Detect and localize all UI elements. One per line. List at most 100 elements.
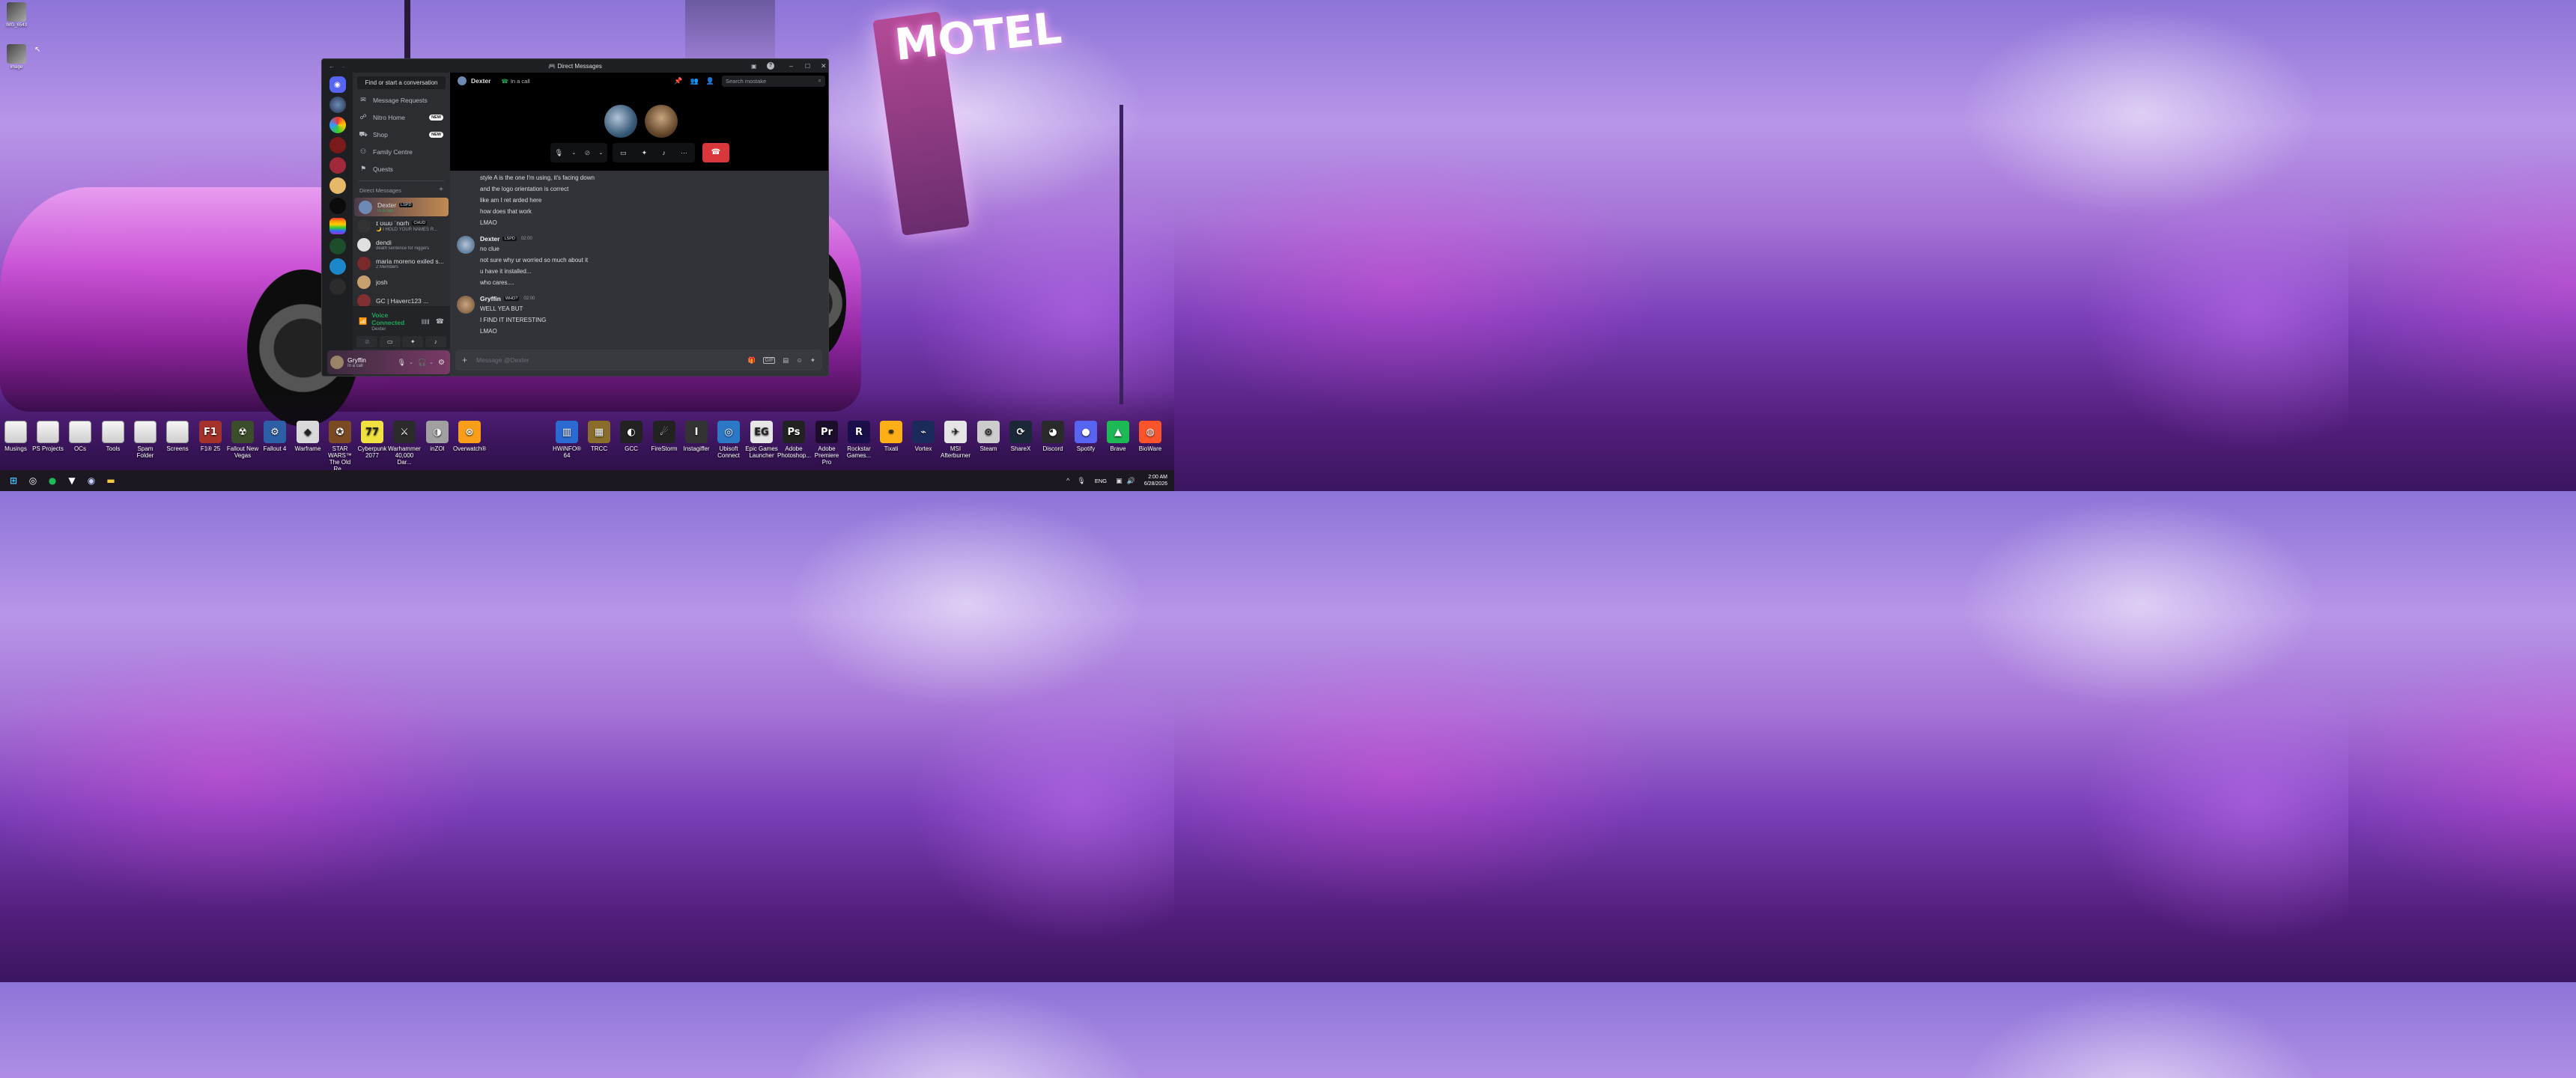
file-explorer-icon[interactable]: ▬ <box>102 472 120 490</box>
add-dm-icon[interactable]: + <box>439 186 443 196</box>
server-icon[interactable] <box>329 278 346 295</box>
desktop-shortcut[interactable]: ✈ MSI Afterburner <box>939 421 972 459</box>
call-participant-avatar[interactable] <box>604 105 637 138</box>
soundboard-button[interactable]: ♪ <box>425 336 446 347</box>
help-icon[interactable]: ? <box>767 62 774 70</box>
desktop-shortcut[interactable]: R Rockstar Games... <box>842 421 875 459</box>
search-input[interactable]: Search mostake ⌕ <box>722 75 825 87</box>
apps-icon[interactable]: ✦ <box>810 356 815 365</box>
message-composer[interactable]: + Message @Dexter 🎁 GIF ▤ ☺ ✦ <box>455 350 822 371</box>
network-icon[interactable]: ▣ <box>1116 477 1123 485</box>
desktop-shortcut[interactable]: ☢ Fallout New Vegas <box>226 421 259 459</box>
server-icon[interactable] <box>329 157 346 174</box>
desktop-shortcut[interactable]: ◕ Discord <box>1036 421 1069 452</box>
camera-off-icon[interactable]: ⊘ <box>585 149 591 157</box>
message-author[interactable]: Gryffin <box>480 295 501 302</box>
hang-up-button[interactable]: ☎ <box>702 143 729 162</box>
headphones-icon[interactable]: 🎧 <box>418 359 426 367</box>
disconnect-icon[interactable]: ☎ <box>436 317 444 326</box>
noise-suppression-icon[interactable]: ǁǁǁ <box>422 318 430 326</box>
desktop-shortcut[interactable]: Ps Adobe Photoshop... <box>777 421 811 459</box>
close-button[interactable]: ✕ <box>821 62 827 70</box>
voice-channel[interactable]: Dexter <box>371 326 421 332</box>
more-icon[interactable]: ··· <box>681 149 687 156</box>
pin-icon[interactable]: 📌 <box>674 77 682 85</box>
server-icon[interactable] <box>329 177 346 194</box>
mic-icon[interactable]: 🎙 <box>398 359 406 367</box>
desktop-shortcut[interactable]: PS Projects <box>31 421 64 452</box>
language-indicator[interactable]: ENG <box>1095 478 1107 484</box>
desktop-shortcut[interactable]: ▦ TRCC <box>583 421 616 452</box>
desktop-shortcut[interactable]: ◆ Warframe <box>291 421 324 452</box>
nav-item[interactable]: ☍ Nitro Home NEW <box>353 109 450 126</box>
server-icon[interactable] <box>329 198 346 214</box>
desktop-shortcut[interactable]: ▲ Brave <box>1102 421 1134 452</box>
steam-taskbar-icon[interactable]: ◎ <box>24 472 42 490</box>
desktop-icon-img[interactable]: IMG_6543 <box>1 2 31 28</box>
desktop-shortcut[interactable]: ✪ STAR WARS™ The Old Re... <box>323 421 356 472</box>
profile-icon[interactable]: 👤 <box>706 77 714 85</box>
screen-share-button[interactable]: ▭ <box>379 336 401 347</box>
minimize-button[interactable]: – <box>789 62 793 70</box>
nav-item[interactable]: ⚑ Quests <box>353 160 450 177</box>
screen-share-icon[interactable]: ▭ <box>620 149 627 157</box>
desktop-shortcut[interactable]: ◑ inZOI <box>421 421 454 452</box>
brave-taskbar-icon[interactable]: ▼ <box>63 472 81 490</box>
avatar[interactable] <box>457 236 475 254</box>
chevron-down-icon[interactable]: ⌄ <box>429 359 434 365</box>
desktop-shortcut[interactable]: ◐ GCC <box>615 421 648 452</box>
dm-item[interactable]: josh <box>353 272 450 291</box>
server-icon[interactable] <box>329 97 346 113</box>
dm-item[interactable]: dendi death sentence for niggers <box>353 235 450 254</box>
server-icon[interactable] <box>329 117 346 133</box>
server-icon[interactable] <box>329 218 346 234</box>
add-friend-icon[interactable]: 👥 <box>690 77 699 85</box>
desktop-shortcut[interactable]: ⚙ Fallout 4 <box>258 421 291 452</box>
windows-start-icon[interactable]: ⊞ <box>4 472 22 490</box>
spotify-taskbar-icon[interactable]: ● <box>43 472 61 490</box>
desktop-shortcut[interactable]: Screens <box>161 421 194 452</box>
discord-home-icon[interactable]: ◉ <box>329 76 346 93</box>
sticker-icon[interactable]: ▤ <box>783 356 789 365</box>
dm-item[interactable]: ɪ ʊɯʊ ˈnɑɾh CHUD 🌙 I HOLD YOUR NAMES R... <box>353 216 450 235</box>
desktop-shortcut[interactable]: Tools <box>97 421 130 452</box>
avatar[interactable] <box>330 356 344 369</box>
chat-header-name[interactable]: Dexter <box>471 77 490 85</box>
desktop-shortcut[interactable]: 77 Cyberpunk 2077 <box>356 421 389 459</box>
clock[interactable]: 2:00 AM 6/28/2026 <box>1144 474 1167 487</box>
desktop-shortcut[interactable]: OCs <box>64 421 97 452</box>
dm-item[interactable]: Dexter LSPD In a call <box>354 198 449 216</box>
desktop-shortcut[interactable]: EG Epic Games Launcher <box>745 421 778 459</box>
server-icon[interactable] <box>329 137 346 153</box>
desktop-shortcut[interactable]: ◍ BioWare <box>1134 421 1167 452</box>
tray-overflow-icon[interactable]: ^ <box>1066 477 1069 484</box>
desktop-shortcut[interactable]: Spam Folder <box>129 421 162 459</box>
dm-item[interactable]: maria moreno exiled s... 2 Members <box>353 254 450 272</box>
mic-tray-icon[interactable]: 🎙 <box>1077 477 1085 485</box>
desktop-shortcut[interactable]: ● Spotify <box>1069 421 1102 452</box>
attach-plus-icon[interactable]: + <box>462 355 467 365</box>
desktop-shortcut[interactable]: Musings <box>0 421 32 452</box>
chevron-down-icon[interactable]: ⌄ <box>598 150 603 156</box>
call-participant-avatar[interactable] <box>645 105 678 138</box>
desktop-shortcut[interactable]: ⟳ ShareX <box>1004 421 1037 452</box>
gear-icon[interactable]: ⚙ <box>438 359 445 367</box>
activities-button[interactable]: ✦ <box>402 336 424 347</box>
desktop-shortcut[interactable]: ▥ HWiNFO® 64 <box>550 421 583 459</box>
desktop-shortcut[interactable]: ⌁ Vortex <box>907 421 940 452</box>
desktop-shortcut[interactable]: F1 F1® 25 <box>194 421 227 452</box>
avatar[interactable] <box>457 296 475 314</box>
desktop-shortcut[interactable]: I Instagiffer <box>680 421 713 452</box>
mic-icon[interactable]: 🎙 <box>555 149 563 157</box>
desktop-shortcut[interactable]: ☄ FireStorm <box>648 421 681 452</box>
soundboard-icon[interactable]: ♪ <box>662 149 666 156</box>
message-author[interactable]: Dexter <box>480 235 499 243</box>
server-icon[interactable] <box>329 258 346 275</box>
nav-item[interactable]: ⛟ Shop NEW <box>353 126 450 143</box>
desktop-shortcut[interactable]: Pr Adobe Premiere Pro <box>810 421 843 466</box>
server-icon[interactable] <box>329 238 346 255</box>
nav-item[interactable]: ⚇ Family Centre <box>353 143 450 160</box>
inbox-icon[interactable]: ▣ <box>751 63 757 70</box>
maximize-button[interactable]: ☐ <box>805 63 810 70</box>
desktop-shortcut[interactable]: ⊙ Steam <box>972 421 1005 452</box>
